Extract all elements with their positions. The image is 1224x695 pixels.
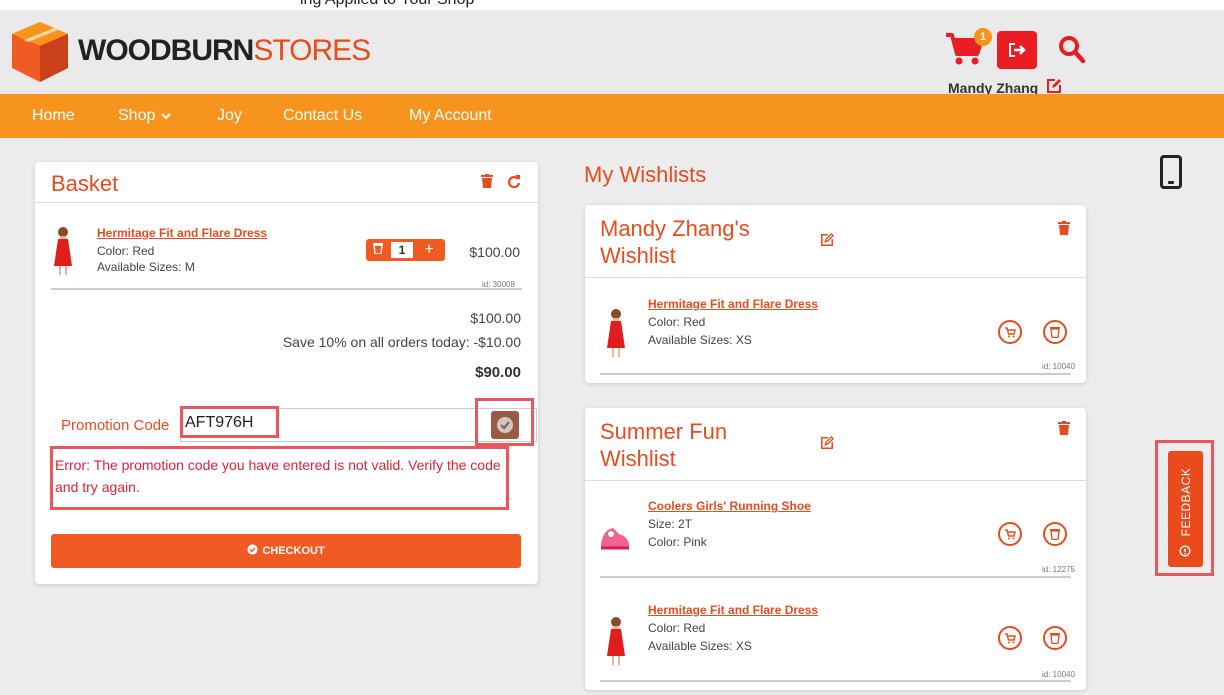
wishlist-card: Summer Fun Wishlist Coolers Girls' Runni…: [585, 408, 1086, 690]
checkout-button[interactable]: CHECKOUT: [51, 534, 521, 568]
feedback-icon: [1179, 545, 1191, 557]
discount-line: Save 10% on all orders today: -$10.00: [282, 334, 521, 350]
wishlist-item-link[interactable]: Coolers Girls' Running Shoe: [648, 499, 811, 513]
wishlist-title-line1: Summer Fun: [600, 419, 728, 444]
basket-item-price: $100.00: [469, 244, 520, 260]
trash-icon[interactable]: [1058, 221, 1070, 235]
remove-from-wishlist-button[interactable]: [1043, 626, 1067, 650]
dress-thumbnail[interactable]: [603, 308, 629, 358]
cart-icon: [1005, 529, 1016, 540]
item-divider: [51, 288, 522, 290]
cart-icon: [1005, 633, 1016, 644]
wishlist-card: Mandy Zhang's Wishlist Hermitage Fit and…: [585, 205, 1086, 383]
basket-item-sizes: Available Sizes: M: [97, 260, 195, 274]
dress-thumbnail[interactable]: [50, 226, 76, 276]
nav-shop-label: Shop: [118, 107, 156, 124]
add-to-cart-button[interactable]: [998, 626, 1022, 650]
edit-icon[interactable]: [1046, 78, 1062, 94]
trash-icon[interactable]: [1058, 421, 1070, 435]
brand-bold: WOODBURN: [78, 34, 254, 67]
wishlist-header-divider: [585, 277, 1086, 278]
wishlist-item-line1: Color: Red: [648, 315, 706, 329]
feedback-button[interactable]: FEEDBACK: [1168, 451, 1203, 567]
add-to-cart-button[interactable]: [998, 320, 1022, 344]
trash-icon[interactable]: [481, 174, 493, 188]
promo-code-value[interactable]: AFT976H: [185, 414, 253, 432]
remove-from-wishlist-button[interactable]: [1043, 522, 1067, 546]
logout-icon: [1009, 43, 1026, 57]
promo-label: Promotion Code: [61, 417, 170, 434]
shoe-thumbnail[interactable]: [599, 524, 631, 552]
promo-error-message: Error: The promotion code you have enter…: [55, 457, 501, 495]
nav-joy[interactable]: Joy: [217, 107, 242, 125]
item-divider: [600, 373, 1071, 375]
trash-icon: [1050, 529, 1060, 540]
feedback-label: FEEDBACK: [1178, 467, 1193, 537]
wishlist-item-link[interactable]: Hermitage Fit and Flare Dress: [648, 297, 818, 311]
wishlist-item-id: id: 10040: [1042, 670, 1075, 679]
item-divider: [600, 680, 1071, 682]
cart-icon: [1005, 327, 1016, 338]
trash-icon: [1050, 327, 1060, 338]
logo-box-icon[interactable]: [10, 20, 70, 84]
basket-item-id: id: 30008: [482, 280, 515, 289]
edit-icon[interactable]: [820, 233, 834, 247]
brand-light: STORES: [253, 34, 371, 67]
nav-contact-us[interactable]: Contact Us: [283, 107, 362, 125]
mobile-view-icon[interactable]: [1160, 155, 1182, 189]
wishlist-title-line2: Wishlist: [600, 243, 676, 268]
refresh-icon[interactable]: [507, 174, 521, 188]
wishlist-item-line2: Available Sizes: XS: [648, 333, 752, 347]
basket-item-color: Color: Red: [97, 244, 155, 258]
quantity-stepper: 1 +: [366, 239, 445, 261]
search-icon[interactable]: [1058, 34, 1086, 64]
brand-name[interactable]: WOODBURNSTORES: [78, 34, 371, 68]
chevron-down-icon: [161, 112, 172, 120]
add-to-cart-button[interactable]: [998, 522, 1022, 546]
wishlist-item-id: id: 12275: [1042, 565, 1075, 574]
nav-home[interactable]: Home: [32, 107, 75, 125]
logout-button[interactable]: [997, 31, 1037, 69]
quantity-value[interactable]: 1: [391, 242, 413, 258]
apply-promo-button[interactable]: [491, 411, 519, 439]
wishlist-title-line1: Mandy Zhang's: [600, 216, 750, 241]
basket-title: Basket: [51, 171, 119, 196]
item-divider: [600, 576, 1071, 578]
remove-from-wishlist-button[interactable]: [1043, 320, 1067, 344]
wishlist-item-line2: Color: Pink: [648, 535, 707, 549]
top-caption-strip: ing Applied to Your Shop: [0, 0, 1224, 10]
total: $90.00: [475, 364, 521, 381]
trash-icon: [1050, 633, 1060, 644]
wishlist-item-line1: Size: 2T: [648, 517, 693, 531]
remove-item-button[interactable]: [366, 239, 390, 261]
basket-header-divider: [35, 202, 538, 203]
subtotal: $100.00: [470, 310, 521, 326]
wishlists-title: My Wishlists: [584, 162, 707, 187]
checkout-label: CHECKOUT: [262, 545, 325, 557]
basket-item-link[interactable]: Hermitage Fit and Flare Dress: [97, 226, 267, 240]
nav-shop[interactable]: Shop: [118, 107, 172, 125]
check-circle-icon: [247, 544, 258, 555]
basket-card: Basket Hermitage Fit and Flare Dress Col…: [35, 162, 538, 584]
wishlist-item-line1: Color: Red: [648, 621, 706, 635]
cart-count-badge: 1: [974, 28, 992, 46]
top-caption: ing Applied to Your Shop: [300, 0, 474, 9]
wishlist-header-divider: [585, 480, 1086, 481]
increment-button[interactable]: +: [417, 239, 441, 261]
check-circle-icon: [497, 417, 513, 433]
dress-thumbnail[interactable]: [603, 616, 629, 666]
edit-icon[interactable]: [820, 436, 834, 450]
wishlist-item-line2: Available Sizes: XS: [648, 639, 752, 653]
nav-my-account[interactable]: My Account: [409, 107, 492, 125]
wishlist-title-line2: Wishlist: [600, 446, 676, 471]
wishlist-item-link[interactable]: Hermitage Fit and Flare Dress: [648, 603, 818, 617]
trash-icon: [373, 243, 383, 255]
main-nav: Home Shop Joy Contact Us My Account: [0, 94, 1224, 138]
wishlist-item-id: id: 10040: [1042, 362, 1075, 371]
site-header: WOODBURNSTORES 1 Mandy Zhang: [0, 10, 1224, 96]
